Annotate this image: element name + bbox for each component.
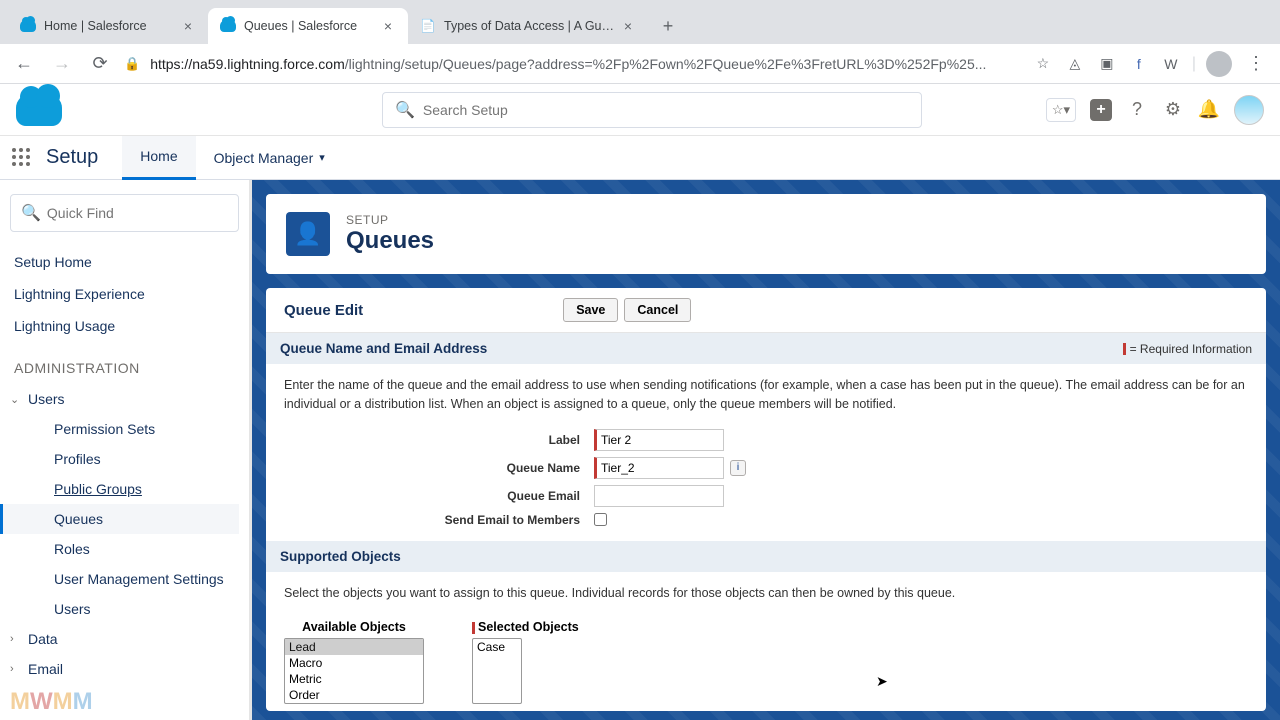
- info-icon[interactable]: i: [730, 460, 746, 476]
- tree-node-data[interactable]: › Data: [10, 624, 239, 654]
- tree-node-email[interactable]: › Email: [10, 654, 239, 684]
- save-button[interactable]: Save: [563, 298, 618, 322]
- tab-title: Types of Data Access | A Guid…: [444, 19, 614, 33]
- url-display[interactable]: https://na59.lightning.force.com/lightni…: [150, 56, 1022, 72]
- chevron-down-icon: ▾: [319, 151, 325, 164]
- chevron-right-icon: ›: [10, 633, 28, 645]
- tree-item-permission-sets[interactable]: Permission Sets: [10, 414, 239, 444]
- queues-icon: 👤: [286, 212, 330, 256]
- tree-item-queues[interactable]: Queues: [0, 504, 239, 534]
- form-title: Queue Edit: [284, 302, 363, 319]
- forward-button[interactable]: →: [48, 50, 76, 78]
- lock-icon: 🔒: [124, 56, 140, 72]
- tree-label: Data: [28, 631, 58, 647]
- tree-label: Email: [28, 661, 63, 677]
- search-icon: 🔍: [395, 100, 415, 120]
- selected-objects-title: Selected Objects: [472, 620, 579, 634]
- extension-icon[interactable]: W: [1160, 53, 1182, 75]
- global-actions-button[interactable]: +: [1090, 99, 1112, 121]
- user-avatar[interactable]: [1234, 95, 1264, 125]
- label-queue-name: Queue Name: [284, 461, 594, 475]
- quick-find[interactable]: 🔍: [10, 194, 239, 232]
- profile-avatar[interactable]: [1206, 51, 1232, 77]
- global-search[interactable]: 🔍: [382, 92, 922, 128]
- tab-title: Home | Salesforce: [44, 19, 174, 33]
- browser-tab-queues[interactable]: Queues | Salesforce ×: [208, 8, 408, 44]
- sidebar-link-lightning-usage[interactable]: Lightning Usage: [10, 310, 239, 342]
- quick-find-input[interactable]: [47, 205, 228, 221]
- tree-item-profiles[interactable]: Profiles: [10, 444, 239, 474]
- salesforce-cloud-icon: [20, 18, 36, 34]
- gear-icon[interactable]: ⚙: [1162, 99, 1184, 121]
- help-icon[interactable]: ?: [1126, 99, 1148, 121]
- sidebar-link-lightning-experience[interactable]: Lightning Experience: [10, 278, 239, 310]
- page-header: 👤 SETUP Queues: [266, 194, 1266, 274]
- label-send-email: Send Email to Members: [284, 513, 594, 527]
- app-launcher-icon[interactable]: [12, 148, 32, 168]
- chevron-right-icon: ›: [10, 663, 28, 675]
- extension-icon[interactable]: ◬: [1064, 53, 1086, 75]
- star-icon[interactable]: ☆: [1032, 53, 1054, 75]
- tree-node-users[interactable]: ⌄ Users: [10, 384, 239, 414]
- main-content: 👤 SETUP Queues Queue Edit Save Cancel Qu…: [252, 180, 1280, 720]
- available-objects-title: Available Objects: [284, 620, 424, 634]
- extension-icon[interactable]: f: [1128, 53, 1150, 75]
- close-icon[interactable]: ×: [180, 18, 196, 34]
- breadcrumb: SETUP: [346, 213, 434, 227]
- label-input[interactable]: [594, 429, 724, 451]
- queue-edit-panel: Queue Edit Save Cancel Queue Name and Em…: [266, 288, 1266, 711]
- label-queue-email: Queue Email: [284, 489, 594, 503]
- tab-title: Queues | Salesforce: [244, 19, 374, 33]
- send-email-checkbox[interactable]: [594, 513, 607, 526]
- available-objects-select[interactable]: Lead Macro Metric Order: [284, 638, 424, 704]
- tree-label: Users: [28, 391, 65, 407]
- required-legend: = Required Information: [1123, 342, 1252, 356]
- search-input[interactable]: [423, 102, 909, 118]
- nav-tab-home[interactable]: Home: [122, 136, 195, 180]
- notifications-icon[interactable]: 🔔: [1198, 99, 1220, 121]
- chevron-down-icon: ⌄: [10, 393, 28, 406]
- tree-item-user-management-settings[interactable]: User Management Settings: [10, 564, 239, 594]
- generic-favicon: 📄: [420, 18, 436, 34]
- watermark: MWMM: [10, 688, 93, 716]
- page-title: Queues: [346, 227, 434, 255]
- context-nav: Setup Home Object Manager ▾: [0, 136, 1280, 180]
- section-queue-name: Queue Name and Email Address = Required …: [266, 333, 1266, 364]
- salesforce-logo[interactable]: [16, 94, 62, 126]
- address-bar: ← → ⟳ 🔒 https://na59.lightning.force.com…: [0, 44, 1280, 84]
- help-text-2: Select the objects you want to assign to…: [266, 572, 1266, 615]
- new-tab-button[interactable]: +: [654, 12, 682, 40]
- favorites-button[interactable]: ☆▾: [1046, 98, 1076, 122]
- sidebar-link-setup-home[interactable]: Setup Home: [10, 246, 239, 278]
- help-text-1: Enter the name of the queue and the emai…: [266, 364, 1266, 426]
- nav-tab-label: Object Manager: [214, 150, 314, 166]
- tree-item-public-groups[interactable]: Public Groups: [10, 474, 239, 504]
- close-icon[interactable]: ×: [380, 18, 396, 34]
- sidebar-heading-administration: ADMINISTRATION: [14, 360, 239, 376]
- section-supported-objects: Supported Objects: [266, 541, 1266, 572]
- queue-name-input[interactable]: [594, 457, 724, 479]
- salesforce-header: 🔍 ☆▾ + ? ⚙ 🔔: [0, 84, 1280, 136]
- tree-item-roles[interactable]: Roles: [10, 534, 239, 564]
- app-name: Setup: [46, 146, 98, 169]
- queue-email-input[interactable]: [594, 485, 724, 507]
- cancel-button[interactable]: Cancel: [624, 298, 691, 322]
- back-button[interactable]: ←: [10, 50, 38, 78]
- extension-icon[interactable]: ▣: [1096, 53, 1118, 75]
- tree-item-users[interactable]: Users: [10, 594, 239, 624]
- browser-tab-home[interactable]: Home | Salesforce ×: [8, 8, 208, 44]
- menu-icon[interactable]: ⋮: [1242, 50, 1270, 78]
- setup-sidebar: 🔍 Setup Home Lightning Experience Lightn…: [0, 180, 252, 720]
- search-icon: 🔍: [21, 203, 41, 223]
- label-label: Label: [284, 433, 594, 447]
- reload-button[interactable]: ⟳: [86, 50, 114, 78]
- close-icon[interactable]: ×: [620, 18, 636, 34]
- selected-objects-select[interactable]: Case: [472, 638, 522, 704]
- nav-tab-object-manager[interactable]: Object Manager ▾: [196, 136, 343, 180]
- browser-tab-strip: Home | Salesforce × Queues | Salesforce …: [0, 0, 1280, 44]
- browser-tab-types[interactable]: 📄 Types of Data Access | A Guid… ×: [408, 8, 648, 44]
- salesforce-cloud-icon: [220, 18, 236, 34]
